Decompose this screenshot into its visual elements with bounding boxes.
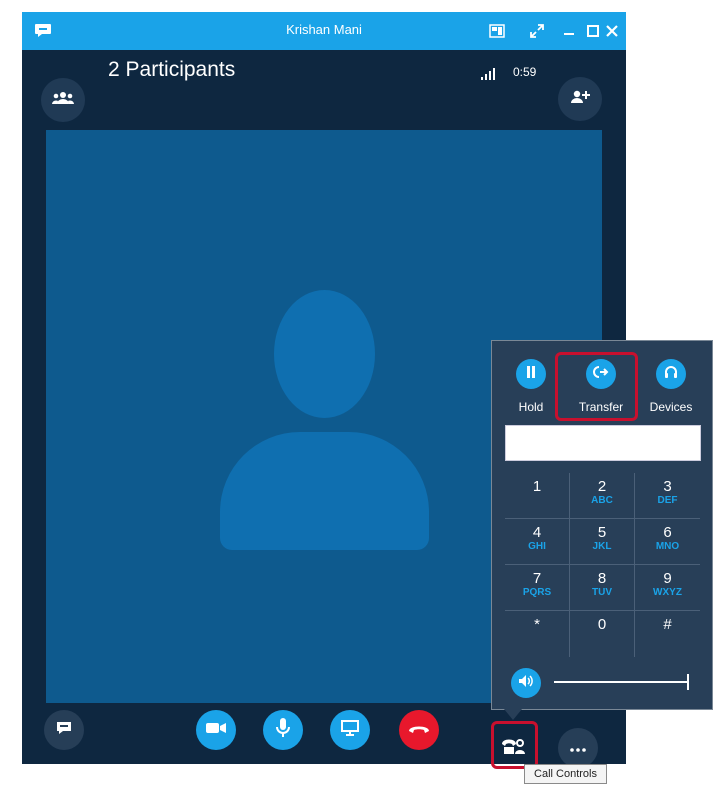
more-options-icon <box>570 739 586 757</box>
add-person-icon <box>570 90 590 109</box>
chat-bubble-icon <box>56 721 72 740</box>
speaker-icon <box>518 674 534 693</box>
keypad-key-5[interactable]: 5 JKL <box>570 519 635 565</box>
keypad-key-7[interactable]: 7 PQRS <box>505 565 570 611</box>
participants-count[interactable]: 2 Participants <box>108 58 235 82</box>
present-button[interactable] <box>330 710 370 750</box>
keypad-key-6[interactable]: 6 MNO <box>635 519 700 565</box>
call-timer: 0:59 <box>513 65 537 79</box>
layout-toggle-icon[interactable] <box>486 20 508 42</box>
people-icon <box>52 91 74 110</box>
dial-keypad: 1 2 ABC 3 DEF 4 GHI 5 JKL 6 MNO 7 PQRS 8 TUV 9W… <box>505 473 701 657</box>
signal-bars-icon <box>481 67 497 80</box>
full-screen-icon[interactable] <box>526 20 548 42</box>
microphone-icon <box>276 717 290 743</box>
hold-button[interactable] <box>516 359 546 389</box>
more-options-button[interactable] <box>558 728 598 768</box>
hold-label: Hold <box>518 400 544 414</box>
keypad-key-3[interactable]: 3 DEF <box>635 473 700 519</box>
avatar-body <box>220 432 429 550</box>
add-people-button[interactable] <box>558 77 602 121</box>
microphone-button[interactable] <box>263 710 303 750</box>
volume-slider[interactable] <box>554 681 688 683</box>
headset-icon <box>664 365 678 384</box>
volume-slider-thumb[interactable] <box>687 674 689 690</box>
keypad-key-0[interactable]: 0 <box>570 611 635 657</box>
devices-button[interactable] <box>656 359 686 389</box>
video-button[interactable] <box>196 710 236 750</box>
phone-hangup-icon <box>408 721 430 739</box>
title-bar: Krishan Mani <box>22 12 626 50</box>
keypad-key-4[interactable]: 4 GHI <box>505 519 570 565</box>
avatar <box>274 290 375 418</box>
devices-label: Devices <box>649 400 693 414</box>
call-controls-tooltip: Call Controls <box>524 764 607 784</box>
keypad-key-star[interactable]: * <box>505 611 570 657</box>
hang-up-button[interactable] <box>399 710 439 750</box>
keypad-key-1[interactable]: 1 <box>505 473 570 519</box>
video-camera-icon <box>206 721 226 739</box>
pause-icon <box>526 365 536 383</box>
minimize-icon[interactable] <box>558 20 580 42</box>
popup-tail <box>504 709 522 720</box>
monitor-icon <box>341 719 359 741</box>
keypad-key-8[interactable]: 8 TUV <box>570 565 635 611</box>
phone-number-input[interactable] <box>505 425 701 461</box>
keypad-key-hash[interactable]: # <box>635 611 700 657</box>
chat-button[interactable] <box>44 710 84 750</box>
keypad-key-2[interactable]: 2 ABC <box>570 473 635 519</box>
close-icon[interactable] <box>601 20 623 42</box>
participants-button[interactable] <box>41 78 85 122</box>
call-controls-highlight <box>491 721 538 769</box>
volume-button[interactable] <box>511 668 541 698</box>
keypad-key-9[interactable]: 9 WXYZ <box>635 565 700 611</box>
transfer-highlight <box>555 352 638 421</box>
